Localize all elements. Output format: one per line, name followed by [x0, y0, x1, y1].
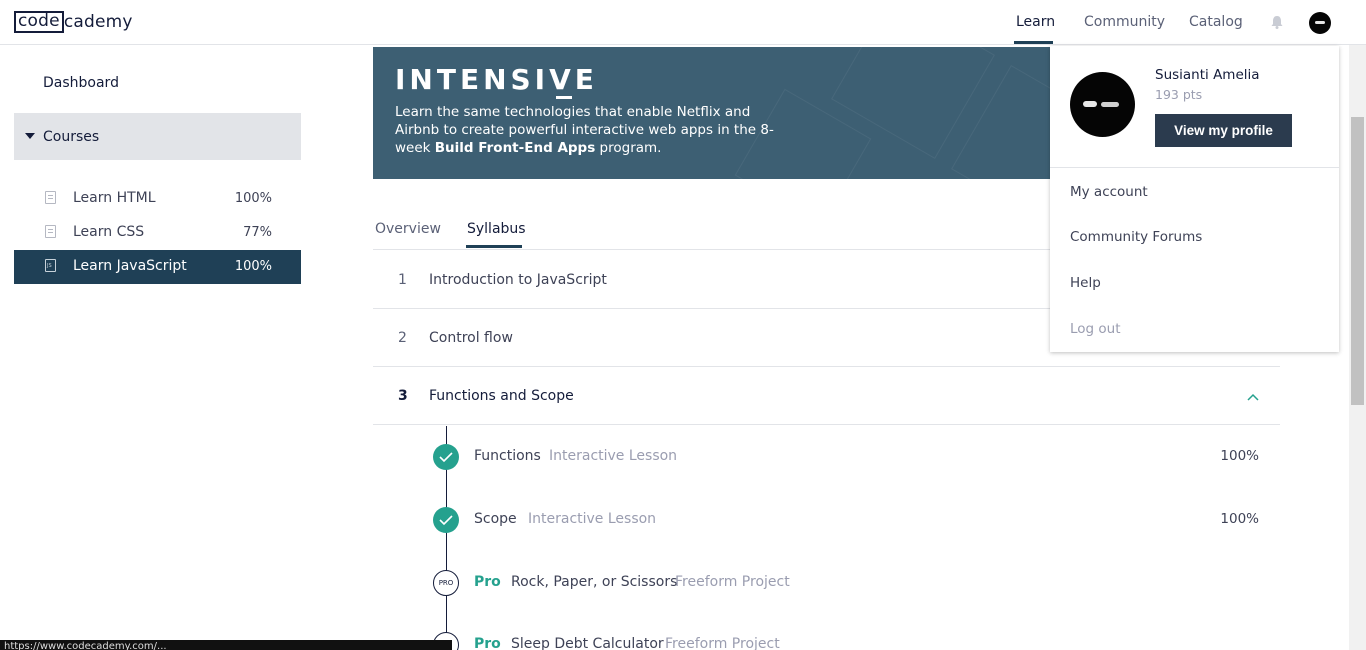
chevron-up-icon[interactable] [1247, 392, 1259, 404]
menu-item-my-account[interactable]: My account [1070, 184, 1148, 200]
unit-name: Introduction to JavaScript [429, 272, 607, 288]
status-url: https://www.codecademy.com/... [4, 641, 167, 650]
sidebar-course-learn-css[interactable]: Learn CSS 77% [14, 216, 301, 250]
codecademy-logo[interactable]: code cademy [14, 11, 133, 33]
lesson-type: Freeform Project [665, 636, 780, 650]
lesson-type: Interactive Lesson [528, 511, 657, 527]
lesson-type: Interactive Lesson [549, 448, 678, 464]
profile-points: 193 pts [1155, 87, 1203, 102]
scrollbar-thumb[interactable] [1351, 117, 1364, 405]
check-complete-icon [433, 444, 459, 470]
course-name: Learn CSS [73, 224, 145, 240]
course-progress: 77% [243, 225, 272, 240]
pro-label: Pro [474, 636, 501, 650]
course-name: Learn HTML [73, 190, 156, 206]
menu-item-community-forums[interactable]: Community Forums [1070, 229, 1202, 245]
banner-desc-program: Build Front-End Apps [434, 140, 596, 156]
unit-number: 3 [398, 388, 408, 404]
view-profile-button[interactable]: View my profile [1155, 114, 1292, 147]
tab-overview[interactable]: Overview [375, 221, 441, 237]
unit-number: 1 [398, 272, 407, 288]
sidebar-course-learn-html[interactable]: Learn HTML 100% [14, 182, 301, 216]
tab-active-underline [466, 245, 522, 248]
banner-desc-end: program. [595, 140, 662, 156]
sidebar-courses-toggle[interactable]: Courses [14, 113, 301, 160]
profile-dropdown-menu: Susianti Amelia 193 pts View my profile … [1050, 46, 1339, 352]
lesson-type: Freeform Project [675, 574, 790, 590]
tab-syllabus[interactable]: Syllabus [467, 221, 526, 237]
course-file-icon [45, 225, 56, 238]
browser-status-bar: https://www.codecademy.com/... [0, 640, 452, 650]
caret-down-icon [25, 133, 35, 139]
banner-description: Learn the same technologies that enable … [395, 103, 785, 157]
page-scrollbar[interactable] [1349, 45, 1366, 650]
profile-avatar[interactable] [1070, 72, 1135, 137]
sidebar-dashboard-link[interactable]: Dashboard [43, 75, 119, 91]
unit-name: Functions and Scope [429, 388, 574, 404]
profile-name: Susianti Amelia [1155, 67, 1260, 83]
lesson-row[interactable]: Functions Interactive Lesson 100% [373, 438, 1280, 478]
menu-item-help[interactable]: Help [1070, 275, 1101, 291]
lesson-row[interactable]: Pro Sleep Debt Calculator Freeform Proje… [373, 626, 1280, 650]
banner-title-underline [556, 96, 572, 99]
nav-learn-link[interactable]: Learn [1016, 14, 1055, 30]
js-icon-text: JS [47, 263, 52, 269]
top-nav-bar: code cademy Learn Community Catalog [0, 0, 1366, 45]
bell-icon[interactable] [1269, 14, 1285, 30]
nav-active-underline [1014, 41, 1053, 44]
courses-label: Courses [43, 129, 100, 145]
syllabus-unit-expanded[interactable]: 3 Functions and Scope [373, 367, 1280, 425]
lesson-row[interactable]: Scope Interactive Lesson 100% [373, 501, 1280, 541]
logo-box-text: code [14, 11, 64, 33]
lesson-progress: 100% [1220, 448, 1259, 464]
banner-title: INTENSIVE [395, 63, 598, 96]
user-avatar-button[interactable] [1309, 12, 1331, 34]
lesson-progress: 100% [1220, 511, 1259, 527]
logo-rest-text: cademy [63, 12, 133, 32]
nav-community-link[interactable]: Community [1084, 14, 1165, 30]
lesson-name: Rock, Paper, or Scissors [511, 574, 678, 590]
lesson-name: Sleep Debt Calculator [511, 636, 664, 650]
unit-name: Control flow [429, 330, 513, 346]
pro-badge-icon: PRO [433, 570, 459, 596]
course-name: Learn JavaScript [73, 258, 187, 274]
lesson-row[interactable]: PRO Pro Rock, Paper, or Scissors Freefor… [373, 564, 1280, 604]
menu-divider [1050, 167, 1339, 168]
course-file-icon [45, 191, 56, 204]
menu-item-log-out[interactable]: Log out [1070, 321, 1121, 337]
lesson-name: Functions [474, 448, 541, 464]
course-progress: 100% [234, 191, 272, 206]
nav-catalog-link[interactable]: Catalog [1189, 14, 1243, 30]
sidebar-course-learn-javascript[interactable]: JS Learn JavaScript 100% [14, 250, 301, 284]
lesson-name: Scope [474, 511, 517, 527]
check-complete-icon [433, 507, 459, 533]
course-progress: 100% [234, 259, 272, 274]
unit-number: 2 [398, 330, 407, 346]
pro-label: Pro [474, 574, 501, 590]
js-file-icon: JS [45, 259, 56, 272]
